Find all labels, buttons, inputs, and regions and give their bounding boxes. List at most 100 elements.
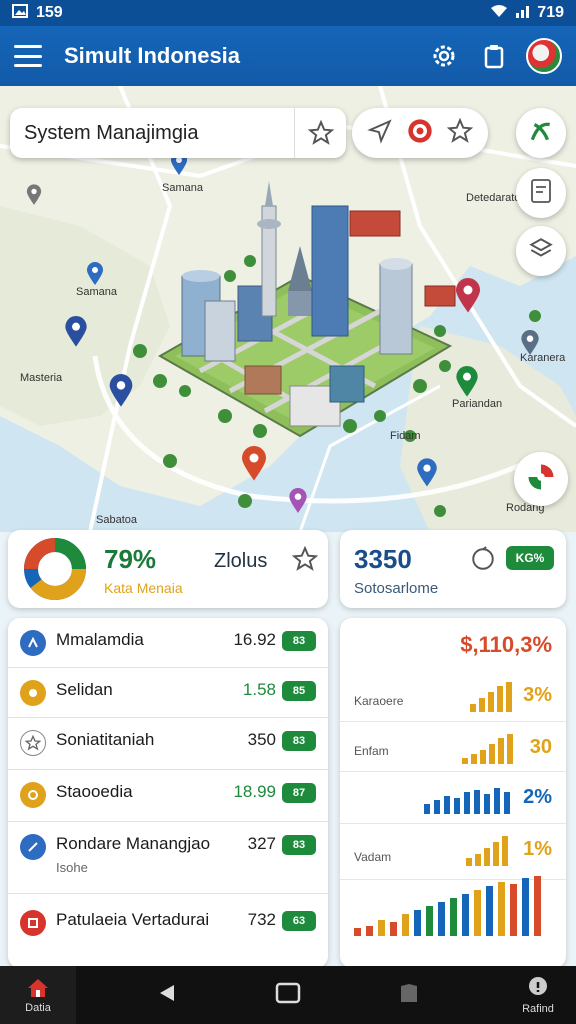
compass-icon [20,834,46,860]
list-item-label: Mmalamdia [56,630,144,649]
sun-icon [20,680,46,706]
list-item-label: Selidan [56,680,113,699]
compass-fab[interactable] [514,452,568,506]
list-item[interactable]: Staooedia 18.99 87 [8,770,328,822]
document-fab[interactable] [516,168,566,218]
refresh-ring-icon[interactable] [470,546,496,577]
location-pin-icon[interactable] [26,184,42,211]
trend-row[interactable]: 2% [340,772,566,824]
count-subtitle: Sotosarlome [354,580,439,597]
badge-star-icon[interactable] [446,117,474,149]
trend-row-bars [424,788,510,814]
image-icon [12,3,28,23]
home-square-icon [275,982,301,1009]
home-button[interactable] [258,966,318,1024]
trend-row[interactable]: Enfam 30 [340,722,566,772]
app-bar: Simult Indonesia [0,26,576,86]
layers-fab[interactable] [516,226,566,276]
trend-row-bars [466,836,508,866]
list-item-sub: Isohe [56,860,88,875]
trend-row[interactable]: Karaoere 3% [340,670,566,722]
list-item[interactable]: Soniatitaniah 350 83 [8,718,328,770]
list-item-badge: 85 [282,681,316,701]
city-map[interactable]: Samana Detedaraton Samana Masteria Karan… [0,86,576,532]
navigation-bar: Datia Rafind [0,966,576,1024]
status-time-left: 159 [36,4,63,21]
location-pin-icon[interactable] [86,262,104,291]
list-item[interactable]: Mmalamdia 16.92 83 [8,618,328,668]
trend-row[interactable]: Vadam 1% [340,824,566,880]
nav-home[interactable]: Datia [0,966,76,1024]
badge-icon [20,730,46,756]
location-pin-icon[interactable] [288,488,308,519]
map-label: Sabatoa [96,514,137,526]
trend-row-label: Karaoere [354,694,404,708]
location-pin-icon[interactable] [416,458,438,493]
list-item-value: 16.92 [233,630,276,649]
favorite-star-icon[interactable] [294,108,346,158]
list-item-badge: 63 [282,911,316,931]
map-tools [352,108,488,158]
map-label: Fidam [390,430,421,442]
menu-icon[interactable] [14,45,42,67]
list-item[interactable]: Rondare Manangjao Isohe 327 83 [8,822,328,894]
route-fab[interactable] [516,108,566,158]
search-text[interactable]: System Manajimgia [24,122,294,145]
list-item[interactable]: Patulaeia Vertadurai 732 63 [8,894,328,950]
count-value: 3350 [354,544,412,574]
document-icon [529,178,553,209]
trend-row-bars [462,734,513,764]
list-item-value: 1.58 [242,680,276,699]
progress-card[interactable]: 79% Kata Menaia Zlolus [8,530,328,608]
list-item-value: 732 [247,910,276,929]
user-avatar[interactable] [526,38,562,74]
location-pin-icon[interactable] [64,316,88,353]
clipboard-icon[interactable] [474,36,514,76]
nav-home-label: Datia [25,1001,51,1014]
status-time-right: 719 [537,4,564,21]
location-pin-icon[interactable] [108,374,134,413]
search-bar[interactable]: System Manajimgia [10,108,346,158]
map-marker-icon [20,630,46,656]
count-card[interactable]: 3350 Sotosarlome KG% [340,530,566,608]
list-item-label: Staooedia [56,782,133,801]
target-icon[interactable] [406,117,434,150]
location-pin-icon[interactable] [520,330,540,361]
status-bar: 159 719 [0,0,576,26]
recents-icon [399,982,419,1009]
trend-row-label: Enfam [354,744,389,758]
region-list: Mmalamdia 16.92 83 Selidan 1.58 85 Sonia… [8,618,328,968]
settings-gear-icon[interactable] [424,36,464,76]
list-item-badge: 83 [282,731,316,751]
trend-row-bars [470,682,512,712]
status-chip: KG% [506,546,554,570]
nav-find[interactable]: Rafind [500,966,576,1024]
list-item-badge: 83 [282,835,316,855]
progress-subtitle: Kata Menaia [104,580,183,596]
list-item[interactable]: Selidan 1.58 85 [8,668,328,718]
recents-button[interactable] [379,966,439,1024]
favorite-star-icon[interactable] [291,545,319,577]
progress-percent: 79% [104,544,157,574]
trend-row-label: Vadam [354,850,392,864]
location-pin-icon[interactable] [240,446,268,487]
signal-icon [515,4,531,23]
back-button[interactable] [137,966,197,1024]
location-pin-icon[interactable] [454,278,482,319]
navigate-arrow-icon[interactable] [366,118,393,149]
app-title: Simult Indonesia [64,43,241,68]
nav-find-label: Rafind [522,1002,554,1015]
list-item-value: 327 [247,834,276,853]
list-item-badge: 83 [282,631,316,651]
map-label: Samana [162,182,203,194]
location-pin-icon[interactable] [454,366,480,403]
list-item-badge: 87 [282,783,316,803]
map-label: Masteria [20,372,63,384]
list-item-label: Rondare Manangjao [56,834,211,853]
trend-headline: $,110,3% [460,632,552,657]
trend-row-value: 1% [523,838,552,860]
record-icon [20,910,46,936]
trend-summary-bars [354,876,541,936]
route-icon [528,118,554,149]
home-icon [26,977,50,1002]
